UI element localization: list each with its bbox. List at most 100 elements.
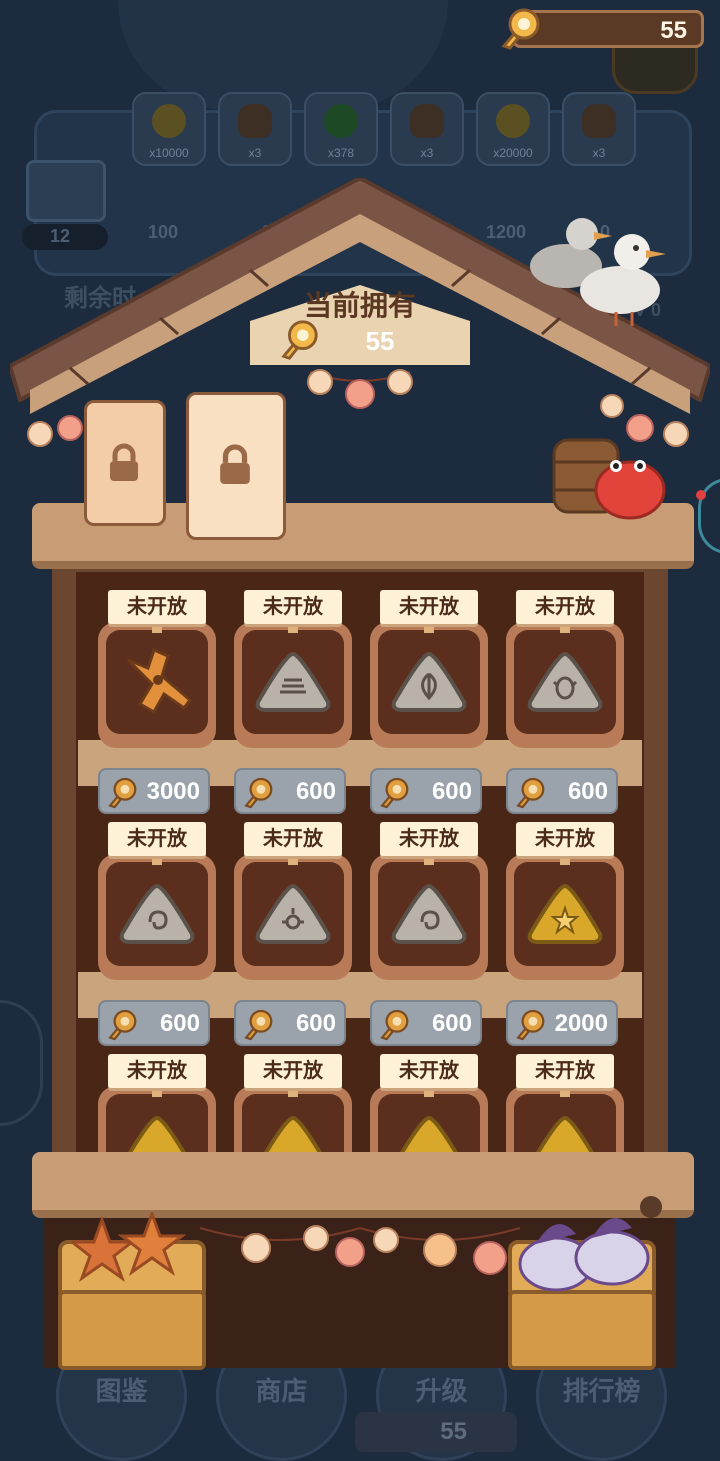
coin-icon bbox=[496, 104, 530, 138]
wrench-tool-icon bbox=[118, 646, 196, 723]
price-value: 600 bbox=[431, 778, 472, 805]
nav-label: 升级 bbox=[415, 1376, 468, 1406]
top-currency-value: 55 bbox=[660, 17, 687, 44]
chest-body bbox=[508, 1290, 656, 1370]
not-open-tag: 未开放 bbox=[244, 822, 342, 856]
fish-currency-icon bbox=[244, 1009, 273, 1041]
background-item: x10000 bbox=[132, 92, 206, 166]
tag-pin bbox=[424, 855, 434, 865]
starfish-icon bbox=[72, 1212, 187, 1282]
shop-slot[interactable]: 未开放 bbox=[506, 822, 624, 980]
not-open-tag: 未开放 bbox=[380, 1054, 478, 1088]
leaf-stone-icon bbox=[390, 646, 468, 723]
item-count: x3 bbox=[592, 146, 606, 160]
barrel-crab-decoration bbox=[552, 438, 666, 520]
star-gold-stone-icon bbox=[526, 878, 604, 955]
price-value: 600 bbox=[295, 1010, 336, 1037]
background-item: x3 bbox=[218, 92, 292, 166]
fish-chest[interactable] bbox=[508, 1218, 656, 1370]
layered-stone-icon bbox=[254, 646, 332, 723]
price-button[interactable]: 600 bbox=[234, 768, 346, 814]
nav-label: 商店 bbox=[255, 1376, 308, 1406]
item-count: x378 bbox=[327, 146, 355, 160]
tag-label: 未开放 bbox=[399, 1060, 459, 1082]
price-value: 600 bbox=[295, 778, 336, 805]
price-button[interactable]: 600 bbox=[98, 1000, 210, 1046]
shell-garland bbox=[200, 1225, 520, 1275]
not-open-tag: 未开放 bbox=[108, 590, 206, 624]
tag-pin bbox=[288, 855, 298, 865]
tag-label: 未开放 bbox=[263, 828, 323, 850]
price-button[interactable]: 600 bbox=[370, 1000, 482, 1046]
tag-pin bbox=[288, 623, 298, 633]
fish-currency-icon bbox=[516, 777, 545, 809]
shop-slot[interactable]: 未开放 bbox=[370, 590, 488, 748]
item-count: x3 bbox=[248, 146, 262, 160]
price-button[interactable]: 600 bbox=[234, 1000, 346, 1046]
locked-card[interactable] bbox=[186, 392, 286, 540]
shop-slot[interactable]: 未开放 bbox=[506, 590, 624, 748]
swirl-stone-icon bbox=[118, 878, 196, 955]
seagull-icon bbox=[530, 218, 666, 326]
stone-icon bbox=[410, 104, 444, 138]
background-ring bbox=[0, 1000, 43, 1126]
notification-dot bbox=[696, 490, 706, 500]
nav-label: 排行榜 bbox=[562, 1376, 641, 1406]
shop-slot[interactable]: 未开放 bbox=[234, 590, 352, 748]
fish-currency-icon bbox=[281, 320, 318, 360]
fish-currency-icon bbox=[108, 1009, 137, 1041]
tag-pin bbox=[424, 1087, 434, 1097]
tag-label: 未开放 bbox=[263, 1060, 323, 1082]
stone-icon bbox=[582, 104, 616, 138]
fish-currency-icon bbox=[380, 777, 409, 809]
coin-icon bbox=[152, 104, 186, 138]
item-count: x3 bbox=[420, 146, 434, 160]
price-button[interactable]: 2000 bbox=[506, 1000, 618, 1046]
price-value: 3000 bbox=[146, 778, 200, 805]
price-value: 600 bbox=[431, 1010, 472, 1037]
header-value: 55 bbox=[365, 326, 395, 356]
tag-label: 未开放 bbox=[399, 596, 459, 618]
sun-stone-icon bbox=[254, 878, 332, 955]
tag-pin bbox=[424, 623, 434, 633]
not-open-tag: 未开放 bbox=[244, 1054, 342, 1088]
not-open-tag: 未开放 bbox=[244, 590, 342, 624]
tag-pin bbox=[152, 1087, 162, 1097]
fish-currency-icon bbox=[516, 1009, 545, 1041]
shop-slot[interactable]: 未开放 bbox=[98, 590, 216, 748]
tag-label: 未开放 bbox=[263, 596, 323, 618]
item-count: x10000 bbox=[149, 146, 189, 160]
not-open-tag: 未开放 bbox=[380, 822, 478, 856]
shop-slot[interactable]: 未开放 bbox=[98, 822, 216, 980]
bottom-counter-value: 55 bbox=[440, 1418, 467, 1445]
not-open-tag: 未开放 bbox=[516, 822, 614, 856]
tag-pin bbox=[560, 1087, 570, 1097]
shop-slot[interactable]: 未开放 bbox=[370, 822, 488, 980]
tag-label: 未开放 bbox=[127, 1060, 187, 1082]
not-open-tag: 未开放 bbox=[516, 1054, 614, 1088]
starfish-chest[interactable] bbox=[58, 1212, 206, 1370]
not-open-tag: 未开放 bbox=[108, 1054, 206, 1088]
tag-label: 未开放 bbox=[535, 828, 595, 850]
not-open-tag: 未开放 bbox=[108, 822, 206, 856]
background-item: x20000 bbox=[476, 92, 550, 166]
fish-currency-icon bbox=[108, 777, 137, 809]
bottom-counter: 55 bbox=[355, 1412, 517, 1452]
fish-currency-icon bbox=[501, 8, 540, 50]
shop-slot[interactable]: 未开放 bbox=[234, 822, 352, 980]
lock-icon bbox=[110, 443, 138, 481]
price-value: 600 bbox=[159, 1010, 200, 1037]
tag-label: 未开放 bbox=[399, 828, 459, 850]
lock-icon bbox=[220, 444, 250, 485]
tag-label: 未开放 bbox=[535, 1060, 595, 1082]
chest-body bbox=[58, 1290, 206, 1370]
price-button[interactable]: 600 bbox=[506, 768, 618, 814]
tag-pin bbox=[560, 623, 570, 633]
fish-pile-icon bbox=[518, 1218, 650, 1292]
background-item: x378 bbox=[304, 92, 378, 166]
locked-card[interactable] bbox=[84, 400, 166, 526]
background-item: x3 bbox=[562, 92, 636, 166]
price-button[interactable]: 600 bbox=[370, 768, 482, 814]
price-button[interactable]: 3000 bbox=[98, 768, 210, 814]
tag-pin bbox=[152, 623, 162, 633]
